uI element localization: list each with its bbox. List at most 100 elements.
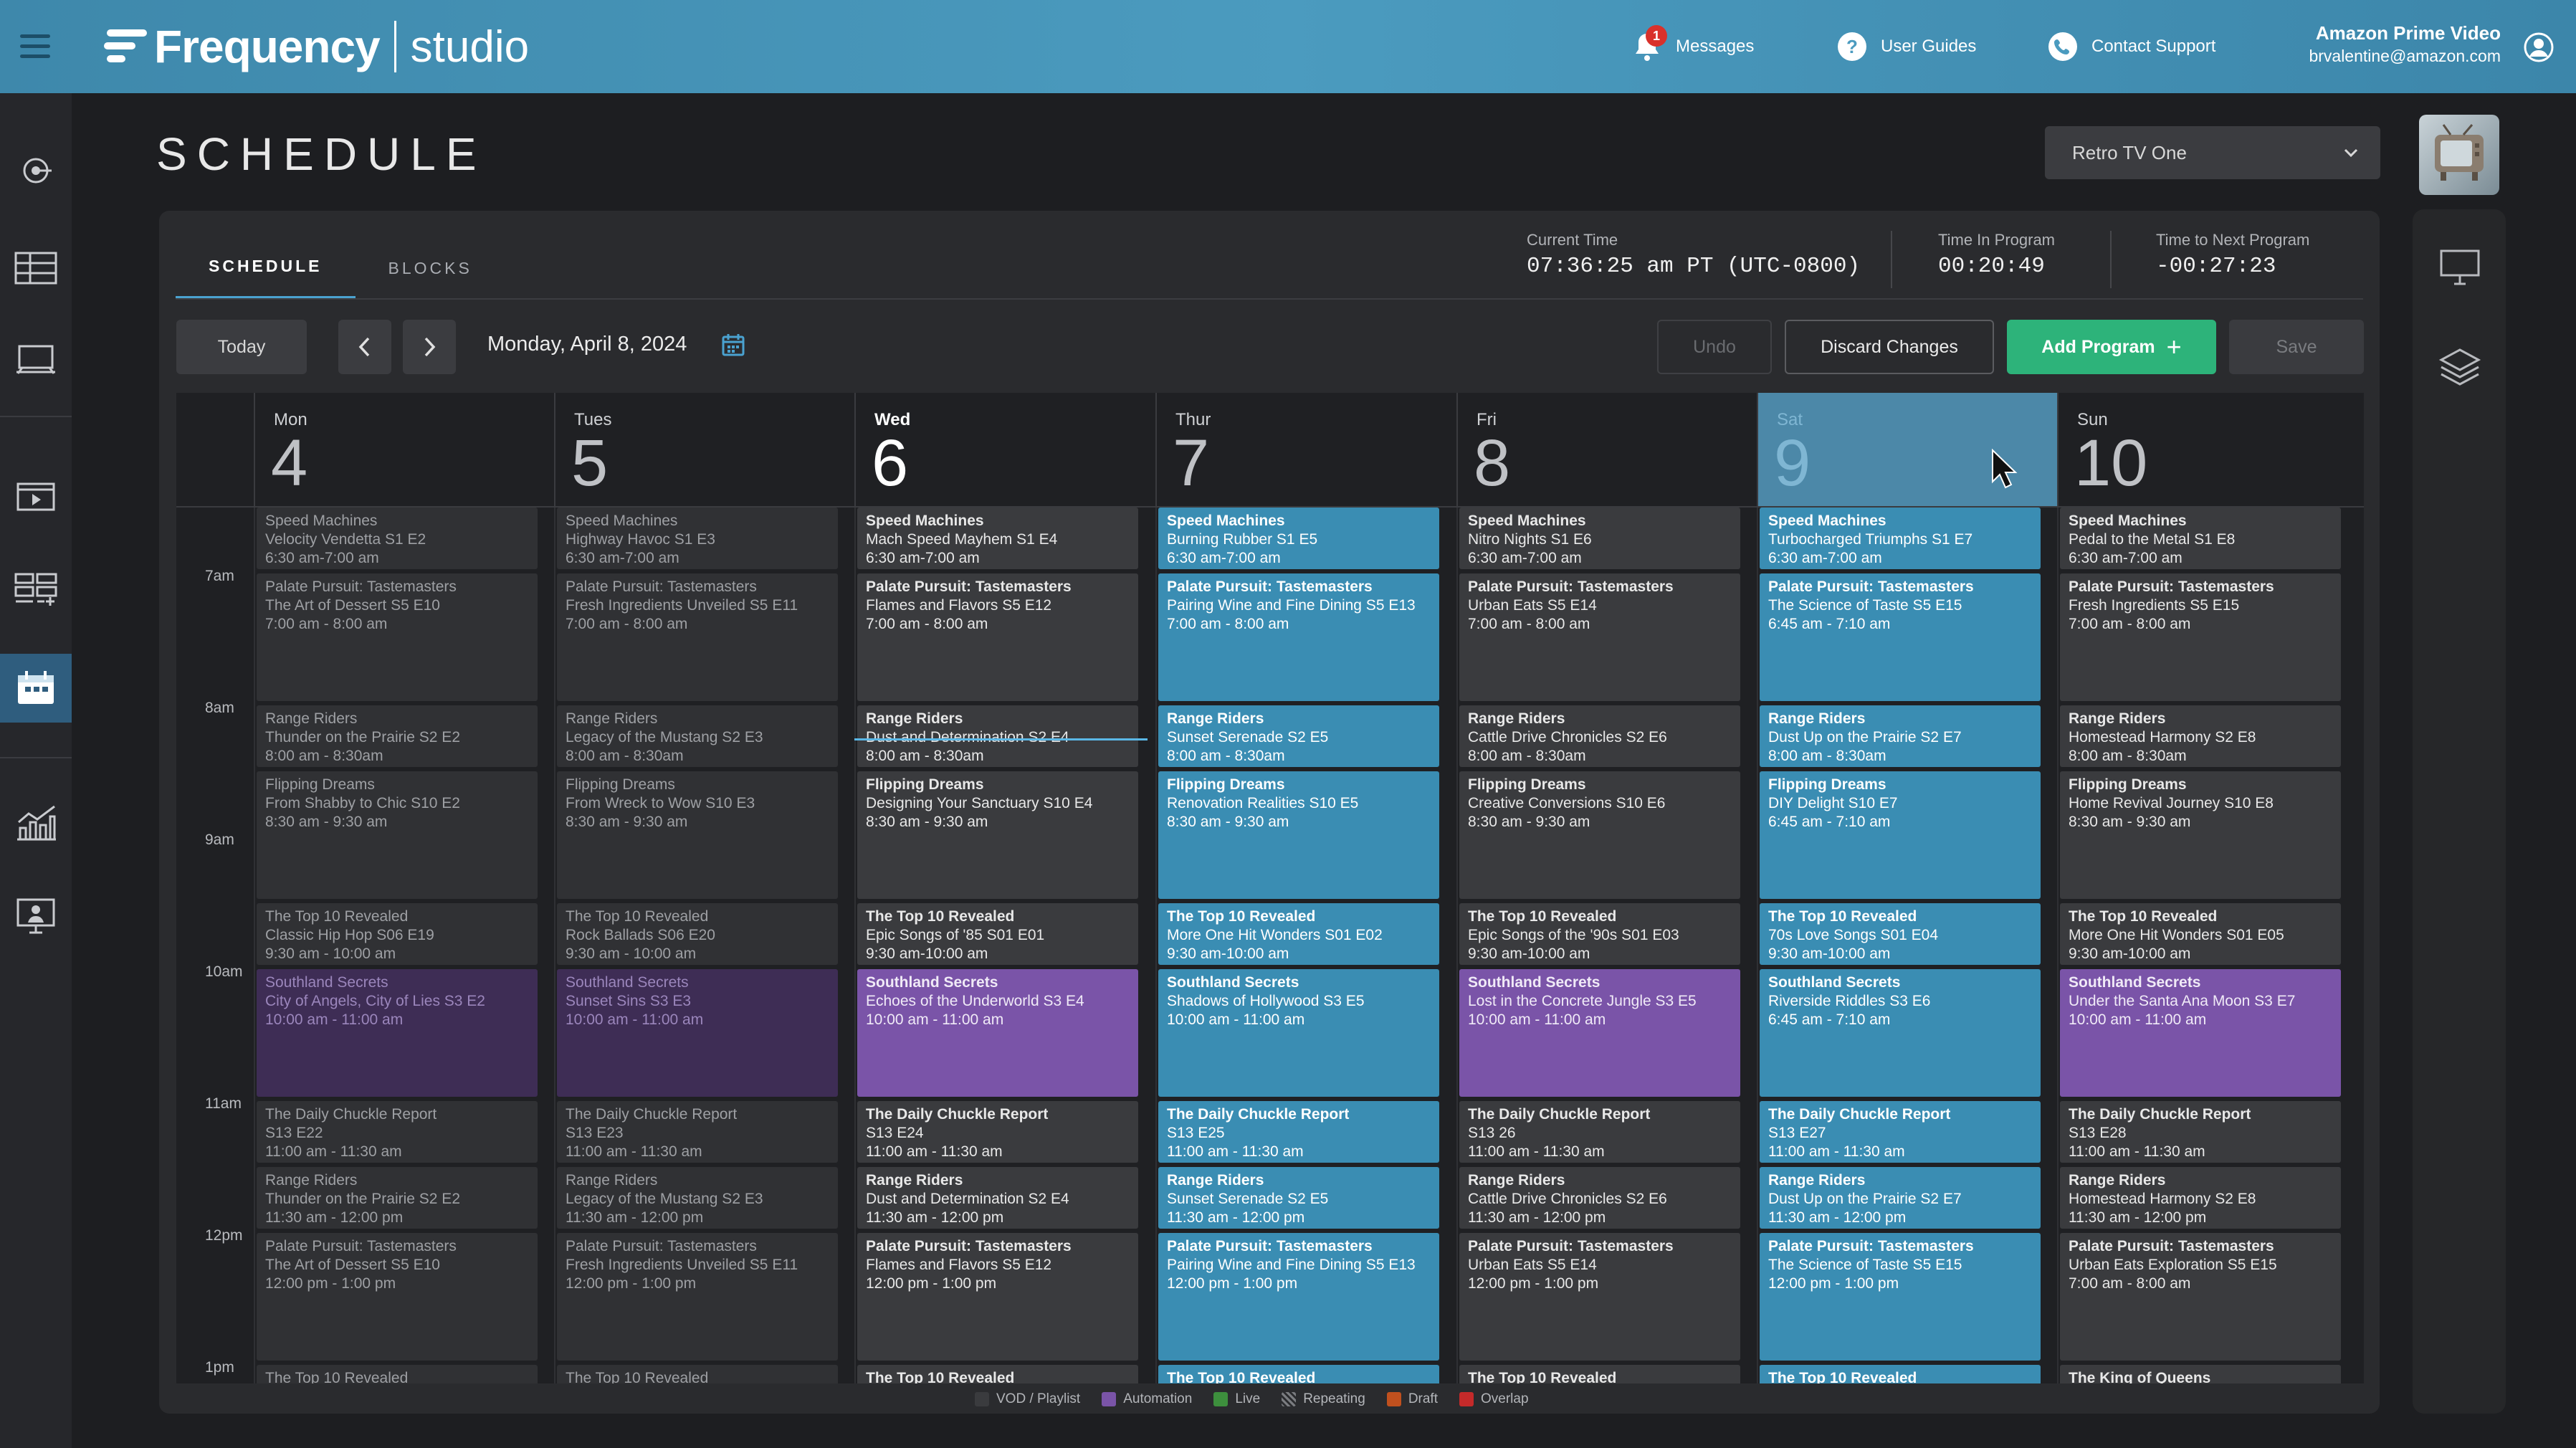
program-block[interactable]: Palate Pursuit: Tastemasters The Science … <box>1760 1233 2041 1361</box>
app-logo[interactable]: Frequency studio <box>104 20 529 73</box>
sidebar-video-icon[interactable] <box>0 462 72 530</box>
program-block[interactable]: Range Riders Homestead Harmony S2 E8 8:00 … <box>2060 705 2341 767</box>
program-block[interactable]: Southland Secrets Shadows of Hollywood S3… <box>1158 969 1439 1097</box>
program-block[interactable]: Range Riders Sunset Serenade S2 E5 11:30 a… <box>1158 1167 1439 1229</box>
program-block[interactable]: The Daily Chuckle Report S13 E25 11:00 am … <box>1158 1101 1439 1163</box>
program-block[interactable]: The Top 10 Revealed 70s Love Songs S01 E0… <box>1760 903 2041 965</box>
program-block[interactable]: The Daily Chuckle Report S13 E24 11:00 am … <box>857 1101 1138 1163</box>
program-block[interactable]: Range Riders Cattle Drive Chronicles S2 E… <box>1459 1167 1740 1229</box>
next-week-button[interactable] <box>403 320 456 374</box>
program-block[interactable]: The Top 10 Revealed Classic Hip Hop S06 E… <box>257 903 538 965</box>
day-header-wed[interactable]: Wed 6 <box>854 393 1155 506</box>
program-block[interactable]: The Top 10 Revealed <box>1158 1365 1439 1383</box>
discard-changes-button[interactable]: Discard Changes <box>1785 320 1994 374</box>
program-block[interactable]: Range Riders Dust Up on the Prairie S2 E7… <box>1760 1167 2041 1229</box>
program-block[interactable]: Palate Pursuit: Tastemasters Flames and F… <box>857 1233 1138 1361</box>
program-block[interactable]: Flipping Dreams Creative Conversions S10 … <box>1459 771 1740 899</box>
sidebar-schedule-icon[interactable] <box>0 654 72 723</box>
user-avatar-icon[interactable] <box>2523 32 2554 63</box>
program-block[interactable]: Flipping Dreams Designing Your Sanctuary … <box>857 771 1138 899</box>
nav-messages[interactable]: 1 Messages <box>1631 22 1754 72</box>
program-block[interactable]: Palate Pursuit: Tastemasters The Art of D… <box>257 1233 538 1361</box>
program-block[interactable]: The Top 10 Revealed <box>257 1365 538 1383</box>
program-block[interactable]: Range Riders Legacy of the Mustang S2 E3 8… <box>557 705 838 767</box>
layers-icon[interactable] <box>2438 346 2481 392</box>
add-program-button[interactable]: Add Program + <box>2007 320 2216 374</box>
program-block[interactable]: Palate Pursuit: Tastemasters Urban Eats S… <box>1459 1233 1740 1361</box>
nav-contact-support[interactable]: Contact Support <box>2047 22 2215 72</box>
day-header-thur[interactable]: Thur 7 <box>1155 393 1456 506</box>
program-block[interactable]: The Daily Chuckle Report S13 26 11:00 am -… <box>1459 1101 1740 1163</box>
program-block[interactable]: The Daily Chuckle Report S13 E23 11:00 am … <box>557 1101 838 1163</box>
program-block[interactable]: The Top 10 Revealed <box>1459 1365 1740 1383</box>
program-block[interactable]: Speed Machines Nitro Nights S1 E6 6:30 am-… <box>1459 508 1740 569</box>
program-block[interactable]: The Top 10 Revealed <box>557 1365 838 1383</box>
nav-user-guides[interactable]: ? User Guides <box>1836 22 1976 72</box>
program-block[interactable]: Range Riders Thunder on the Prairie S2 E2… <box>257 705 538 767</box>
save-button[interactable]: Save <box>2229 320 2364 374</box>
program-block[interactable]: Palate Pursuit: Tastemasters Urban Eats S… <box>1459 573 1740 701</box>
program-block[interactable]: Speed Machines Highway Havoc S1 E3 6:30 am… <box>557 508 838 569</box>
program-block[interactable]: Southland Secrets Echoes of the Underworl… <box>857 969 1138 1097</box>
sidebar-broadcast-icon[interactable] <box>0 136 72 205</box>
program-block[interactable]: Palate Pursuit: Tastemasters The Art of D… <box>257 573 538 701</box>
program-block[interactable]: Southland Secrets Sunset Sins S3 E3 10:00 … <box>557 969 838 1097</box>
program-block[interactable]: The Daily Chuckle Report S13 E27 11:00 am … <box>1760 1101 2041 1163</box>
program-block[interactable]: Southland Secrets Under the Santa Ana Moo… <box>2060 969 2341 1097</box>
day-header-sun[interactable]: Sun 10 <box>2057 393 2364 506</box>
day-header-tues[interactable]: Tues 5 <box>554 393 854 506</box>
program-block[interactable]: The Top 10 Revealed <box>1760 1365 2041 1383</box>
undo-button[interactable]: Undo <box>1657 320 1772 374</box>
program-block[interactable]: Range Riders Legacy of the Mustang S2 E3 1… <box>557 1167 838 1229</box>
account-info[interactable]: Amazon Prime Video brvalentine@amazon.co… <box>2309 22 2501 67</box>
program-block[interactable]: The Top 10 Revealed <box>857 1365 1138 1383</box>
sidebar-grid-icon[interactable] <box>0 234 72 303</box>
monitor-icon[interactable] <box>2438 248 2481 290</box>
program-block[interactable]: Southland Secrets Riverside Riddles S3 E6… <box>1760 969 2041 1097</box>
program-block[interactable]: The Top 10 Revealed More One Hit Wonders… <box>2060 903 2341 965</box>
program-block[interactable]: Speed Machines Velocity Vendetta S1 E2 6:3… <box>257 508 538 569</box>
program-block[interactable]: Range Riders Dust and Determination S2 E4… <box>857 705 1138 767</box>
sidebar-user-monitor-icon[interactable] <box>0 882 72 951</box>
program-block[interactable]: Range Riders Dust Up on the Prairie S2 E7… <box>1760 705 2041 767</box>
hamburger-menu-icon[interactable] <box>20 34 50 59</box>
program-block[interactable]: The Top 10 Revealed Rock Ballads S06 E20 9… <box>557 903 838 965</box>
program-block[interactable]: Palate Pursuit: Tastemasters The Science … <box>1760 573 2041 701</box>
program-block[interactable]: Palate Pursuit: Tastemasters Flames and F… <box>857 573 1138 701</box>
program-block[interactable]: Flipping Dreams Home Revival Journey S10 … <box>2060 771 2341 899</box>
program-block[interactable]: Speed Machines Mach Speed Mayhem S1 E4 6:3… <box>857 508 1138 569</box>
channel-thumbnail[interactable] <box>2419 115 2499 195</box>
program-block[interactable]: Southland Secrets City of Angels, City of… <box>257 969 538 1097</box>
day-header-mon[interactable]: Mon 4 <box>254 393 554 506</box>
calendar-picker-icon[interactable] <box>721 333 745 357</box>
today-button[interactable]: Today <box>176 320 307 374</box>
program-block[interactable]: Speed Machines Turbocharged Triumphs S1 E… <box>1760 508 2041 569</box>
channel-select[interactable]: Retro TV One <box>2045 126 2380 179</box>
previous-week-button[interactable] <box>338 320 391 374</box>
program-block[interactable]: The Daily Chuckle Report S13 E22 11:00 am … <box>257 1101 538 1163</box>
sidebar-playlist-icon[interactable] <box>0 555 72 624</box>
program-block[interactable]: Palate Pursuit: Tastemasters Fresh Ingred… <box>557 573 838 701</box>
tab-schedule[interactable]: SCHEDULE <box>176 237 356 300</box>
sidebar-analytics-icon[interactable] <box>0 789 72 857</box>
program-block[interactable]: Flipping Dreams Renovation Realities S10 … <box>1158 771 1439 899</box>
program-block[interactable]: Flipping Dreams DIY Delight S10 E7 6:45 am… <box>1760 771 2041 899</box>
program-block[interactable]: Palate Pursuit: Tastemasters Fresh Ingred… <box>557 1233 838 1361</box>
program-block[interactable]: Palate Pursuit: Tastemasters Urban Eats E… <box>2060 1233 2341 1361</box>
program-block[interactable]: The Daily Chuckle Report S13 E28 11:00 am … <box>2060 1101 2341 1163</box>
program-block[interactable]: Range Riders Thunder on the Prairie S2 E2… <box>257 1167 538 1229</box>
program-block[interactable]: Flipping Dreams From Shabby to Chic S10 E… <box>257 771 538 899</box>
program-block[interactable]: Palate Pursuit: Tastemasters Pairing Wine… <box>1158 573 1439 701</box>
program-block[interactable]: Range Riders Homestead Harmony S2 E8 11:30… <box>2060 1167 2341 1229</box>
program-block[interactable]: Range Riders Sunset Serenade S2 E5 8:00 am… <box>1158 705 1439 767</box>
program-block[interactable]: Range Riders Dust and Determination S2 E4… <box>857 1167 1138 1229</box>
program-block[interactable]: Palate Pursuit: Tastemasters Fresh Ingred… <box>2060 573 2341 701</box>
program-block[interactable]: The Top 10 Revealed Epic Songs of the '90… <box>1459 903 1740 965</box>
program-block[interactable]: Flipping Dreams From Wreck to Wow S10 E3 8… <box>557 771 838 899</box>
program-block[interactable]: The King of Queens <box>2060 1365 2341 1383</box>
day-header-fri[interactable]: Fri 8 <box>1456 393 1757 506</box>
program-block[interactable]: Range Riders Cattle Drive Chronicles S2 E… <box>1459 705 1740 767</box>
tab-blocks[interactable]: BLOCKS <box>356 237 505 300</box>
program-block[interactable]: Speed Machines Pedal to the Metal S1 E8 6:… <box>2060 508 2341 569</box>
program-block[interactable]: The Top 10 Revealed Epic Songs of '85 S01… <box>857 903 1138 965</box>
